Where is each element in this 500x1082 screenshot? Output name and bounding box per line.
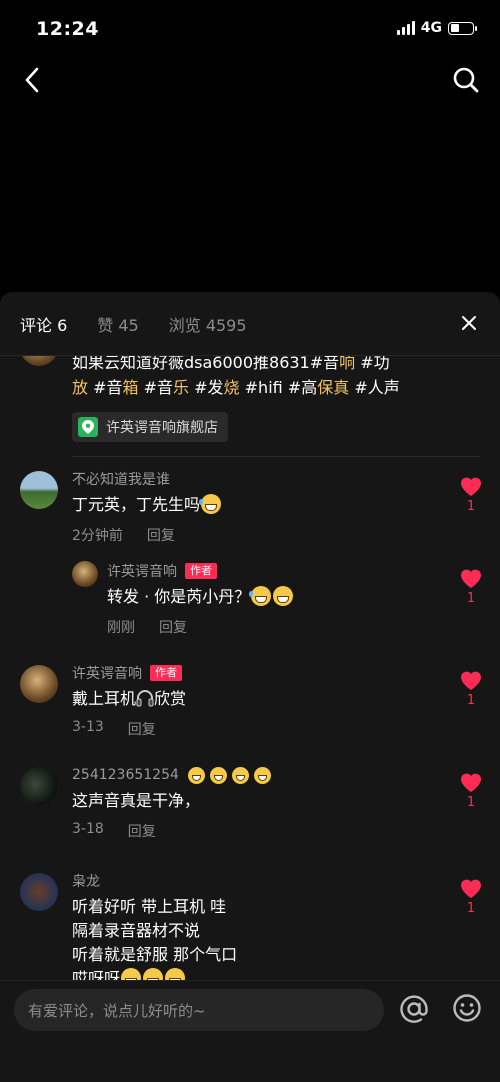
status-bar: 12:24 4G — [0, 0, 500, 60]
comment-meta: 2分钟前 回复 — [72, 525, 440, 545]
shop-label: 许英谔音响旗舰店 — [106, 420, 218, 436]
laugh-emoji-icon — [165, 968, 186, 980]
comment-item: 254123651254 这声音真是干净， 3-18 回复 1 — [0, 765, 500, 841]
heart-icon — [461, 671, 481, 690]
tab-views[interactable]: 浏览 4595 — [169, 312, 247, 336]
like-button[interactable]: 1 — [458, 771, 484, 810]
mention-at-icon[interactable] — [398, 993, 430, 1025]
comment-meta: 刚刚 回复 — [107, 617, 440, 637]
comment-username[interactable]: 许英谔音响 作者 — [107, 561, 440, 581]
tab-likes[interactable]: 赞 45 — [97, 312, 138, 336]
comment-meta: 3-13 回复 — [72, 719, 440, 739]
back-arrow-icon — [25, 67, 39, 93]
post-text: 如果云知道好薇dsa6000推8631#音响 #功放 #音箱 #音乐 #发烧 #… — [72, 356, 400, 397]
comment-time: 3-18 — [72, 821, 104, 837]
comment-list[interactable]: 如果云知道好薇dsa6000推8631#音响 #功放 #音箱 #音乐 #发烧 #… — [0, 356, 500, 980]
like-count: 1 — [466, 693, 476, 708]
comment-input-placeholder: 有爱评论，说点儿好听的~ — [28, 1001, 206, 1020]
close-icon — [462, 316, 476, 330]
author-badge: 作者 — [185, 563, 217, 579]
user-avatar[interactable] — [20, 767, 58, 805]
headphone-emoji-icon — [136, 690, 154, 707]
comment-input-bar: 有爱评论，说点儿好听的~ — [0, 980, 500, 1082]
comment-sheet: 评论 6 赞 45 浏览 4595 如果云知道好薇dsa6000推8631#音响… — [0, 292, 500, 1082]
comment-item: 枭龙 听着好听 带上耳机 哇 隔着录音器材不说 听着就是舒服 那个气口 哎呀呀 … — [0, 871, 500, 980]
comment-text: 这声音真是干净， — [72, 791, 201, 810]
author-badge: 作者 — [150, 665, 182, 681]
comment-username[interactable]: 许英谔音响 作者 — [72, 663, 440, 683]
location-pin-icon — [78, 417, 98, 437]
comment-time: 2分钟前 — [72, 528, 123, 544]
back-button[interactable] — [14, 60, 50, 100]
heart-icon — [461, 569, 481, 588]
like-count: 1 — [466, 901, 476, 916]
comment-username[interactable]: 枭龙 — [72, 871, 440, 891]
like-button[interactable]: 1 — [458, 669, 484, 708]
comment-text: 丁元英，丁先生吗 — [72, 493, 440, 517]
comment-text: 戴上耳机 欣赏 — [72, 689, 187, 708]
divider — [72, 456, 480, 457]
user-avatar[interactable] — [20, 873, 58, 911]
author-avatar[interactable] — [20, 356, 58, 366]
laugh-cry-emoji-icon — [249, 586, 272, 606]
comment-username[interactable]: 不必知道我是谁 — [72, 469, 440, 489]
like-count: 1 — [466, 499, 476, 514]
close-button[interactable] — [458, 312, 480, 334]
like-button[interactable]: 1 — [458, 475, 484, 514]
reply-button[interactable]: 回复 — [128, 719, 156, 739]
smile-emoji-icon — [209, 766, 227, 784]
grin-emoji-icon — [273, 586, 294, 606]
user-avatar[interactable] — [72, 561, 98, 587]
comment-tabs: 评论 6 赞 45 浏览 4595 — [0, 292, 500, 356]
reply-button[interactable]: 回复 — [147, 525, 175, 545]
status-indicators: 4G — [396, 20, 477, 36]
user-avatar[interactable] — [20, 471, 58, 509]
post-description: 如果云知道好薇dsa6000推8631#音响 #功放 #音箱 #音乐 #发烧 #… — [0, 356, 500, 457]
smile-emoji-icon — [231, 766, 249, 784]
comment-item: 许英谔音响 作者 戴上耳机 欣赏 3-13 回复 1 — [0, 663, 500, 739]
like-count: 1 — [466, 795, 476, 810]
laugh-cry-emoji-icon — [199, 494, 222, 514]
battery-icon — [448, 21, 477, 35]
comment-username[interactable]: 254123651254 — [72, 765, 440, 785]
search-button[interactable] — [446, 60, 486, 100]
laugh-emoji-icon — [121, 968, 142, 980]
like-button[interactable]: 1 — [458, 877, 484, 916]
network-type: 4G — [420, 20, 442, 36]
heart-icon — [461, 477, 481, 496]
comment-meta: 3-18 回复 — [72, 821, 440, 841]
reply-button[interactable]: 回复 — [128, 821, 156, 841]
like-button[interactable]: 1 — [458, 567, 484, 606]
laugh-emoji-icon — [143, 968, 164, 980]
comment-text: 转发 · 你是芮小丹？ — [107, 585, 440, 609]
signal-icon — [396, 21, 415, 35]
user-avatar[interactable] — [20, 665, 58, 703]
search-icon — [453, 67, 479, 93]
comment-item: 不必知道我是谁 丁元英，丁先生吗 2分钟前 回复 1 — [0, 469, 500, 545]
like-count: 1 — [466, 591, 476, 606]
grin-emoji-icon — [253, 766, 271, 784]
reply-button[interactable]: 回复 — [159, 617, 187, 637]
smile-emoji-icon — [187, 766, 205, 784]
reply-item: 许英谔音响 作者 转发 · 你是芮小丹？ 刚刚 回复 1 — [0, 561, 500, 637]
heart-icon — [461, 879, 481, 898]
tab-comments[interactable]: 评论 6 — [20, 312, 67, 336]
heart-icon — [461, 773, 481, 792]
comment-text: 听着好听 带上耳机 哇 隔着录音器材不说 听着就是舒服 那个气口 哎呀呀 — [72, 895, 440, 980]
emoji-picker-icon[interactable] — [452, 993, 482, 1023]
comment-time: 刚刚 — [107, 620, 135, 636]
shop-link[interactable]: 许英谔音响旗舰店 — [72, 412, 228, 442]
comment-time: 3-13 — [72, 719, 104, 735]
comment-input[interactable]: 有爱评论，说点儿好听的~ — [14, 989, 384, 1031]
status-time: 12:24 — [36, 18, 99, 40]
